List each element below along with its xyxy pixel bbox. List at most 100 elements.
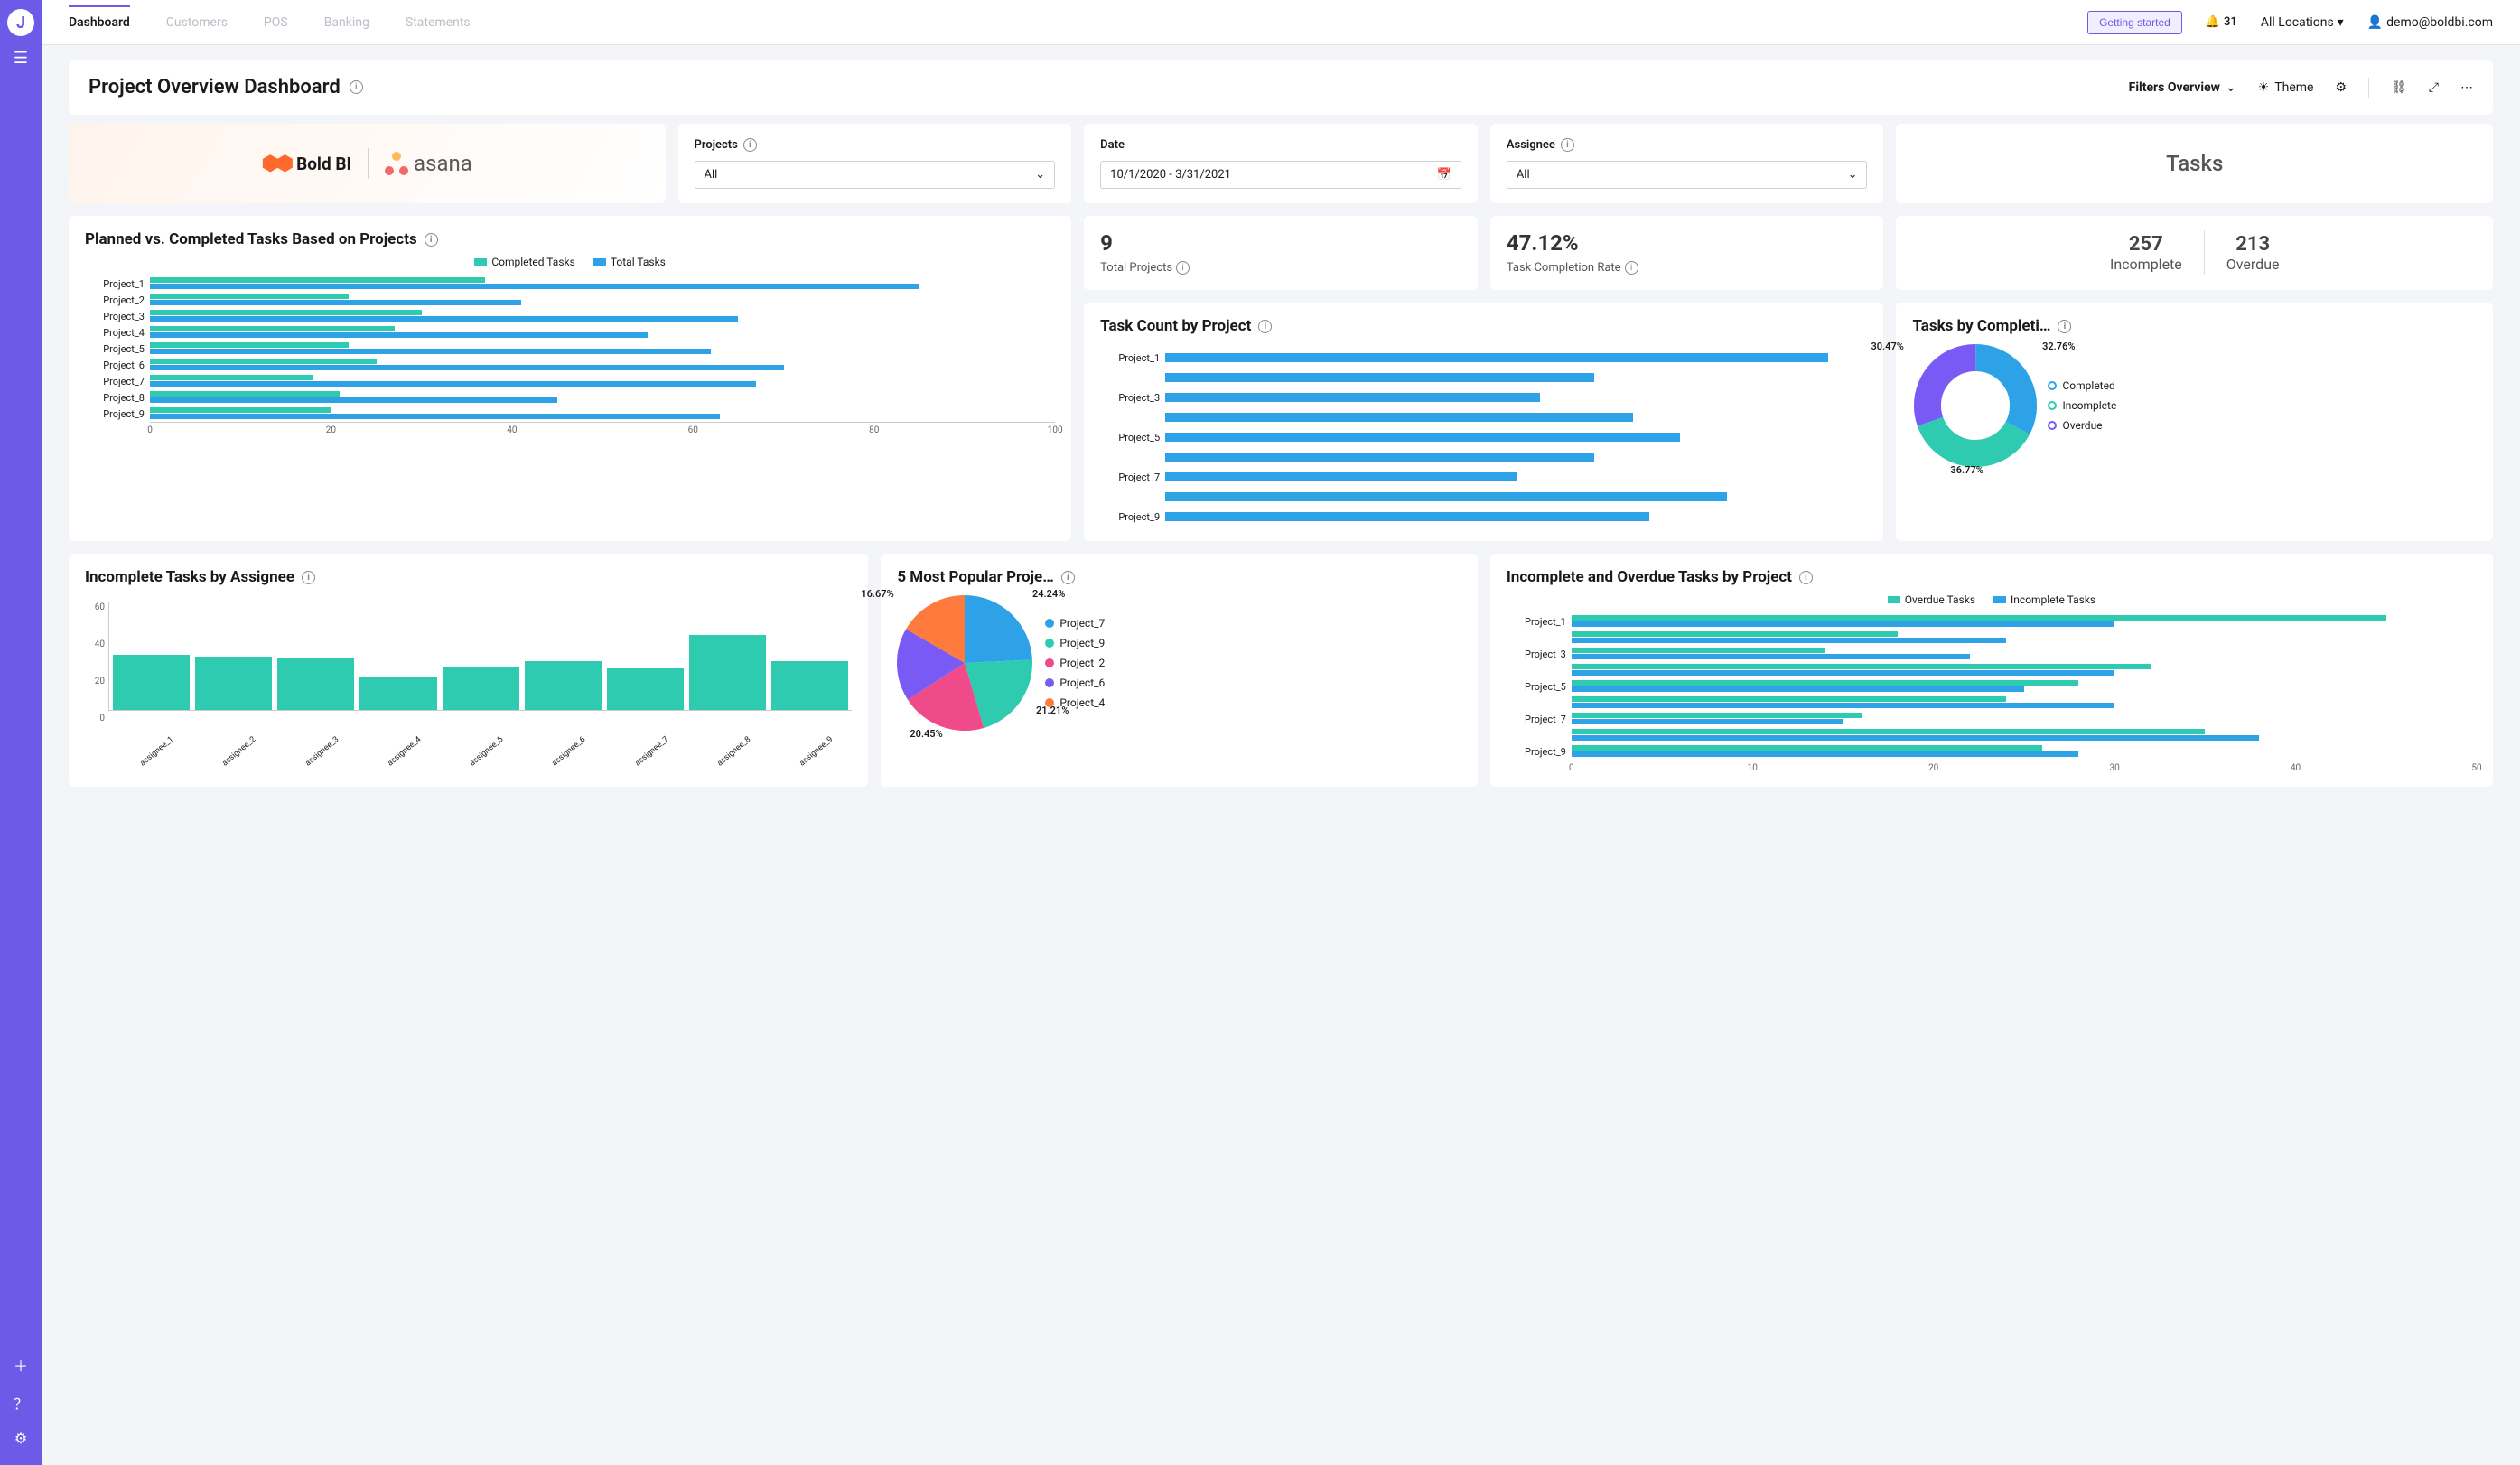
popular-projects-card: 5 Most Popular Proje…i 16.67% 24.24% 21.… <box>881 554 1478 787</box>
count-chart: Project_1 Project_3 Project_5 Project_7 … <box>1100 348 1867 527</box>
help-icon[interactable]: ？ <box>14 1392 28 1414</box>
tab-customers[interactable]: Customers <box>166 5 228 41</box>
legend-total: Total Tasks <box>593 256 666 268</box>
app-logo: J <box>7 9 34 36</box>
title: Tasks by Completi… <box>1912 317 2050 335</box>
legend-label: Incomplete Tasks <box>2011 593 2095 606</box>
tab-statements[interactable]: Statements <box>406 5 471 41</box>
calendar-icon: 📅 <box>1437 168 1451 182</box>
donut-chart <box>1912 342 2039 469</box>
projects-filter-select[interactable]: All ⌄ <box>695 161 1056 189</box>
legend-label: Overdue <box>2062 419 2102 432</box>
planned-vs-completed-card: Planned vs. Completed Tasks Based on Pro… <box>69 216 1071 541</box>
title: Task Count by Project <box>1100 317 1251 335</box>
sun-icon: ☀ <box>2258 80 2270 95</box>
chevron-down-icon: ⌄ <box>1848 168 1858 182</box>
filters-sliders-icon[interactable]: ⚙ <box>2335 80 2347 95</box>
getting-started-button[interactable]: Getting started <box>2087 11 2182 34</box>
filters-overview-label: Filters Overview <box>2129 80 2220 95</box>
assignee-filter-value: All <box>1517 168 1530 182</box>
kpi-value: 47.12% <box>1507 230 1868 256</box>
task-count-card: Task Count by Project i Project_1 Project… <box>1084 303 1883 541</box>
info-icon[interactable]: i <box>1176 261 1190 275</box>
info-icon[interactable]: i <box>2058 320 2071 333</box>
info-icon[interactable]: i <box>1799 571 1813 584</box>
kpi-label: Task Completion Rate <box>1507 261 1621 275</box>
fullscreen-icon[interactable]: ⤢ <box>2429 80 2439 95</box>
pie-legend: Project_7Project_9Project_2Project_6Proj… <box>1045 617 1105 709</box>
assignee-chart <box>108 602 852 711</box>
overdue-chart: Project_1 Project_3 Project_5 Project_7 … <box>1507 613 2477 772</box>
boldbi-logo: ⬢⬢Bold BI <box>262 153 351 175</box>
title: 5 Most Popular Proje… <box>897 568 1053 586</box>
planned-chart: Project_1 Project_2 Project_3 Project_4 … <box>85 275 1055 434</box>
info-icon[interactable]: i <box>425 233 438 247</box>
notif-count: 31 <box>2224 15 2237 29</box>
pie-chart <box>897 595 1032 731</box>
tab-dashboard[interactable]: Dashboard <box>69 5 130 41</box>
tab-banking[interactable]: Banking <box>324 5 369 41</box>
info-icon[interactable]: i <box>1561 138 1574 152</box>
separator <box>2204 230 2205 275</box>
menu-toggle-icon[interactable]: ☰ <box>14 49 28 68</box>
donut-legend: Completed Incomplete Overdue <box>2048 379 2116 432</box>
legend-label: Completed <box>2062 379 2114 392</box>
legend-label: Completed Tasks <box>491 256 575 268</box>
incomplete-by-assignee-card: Incomplete Tasks by Assigneei 6040200 as… <box>69 554 868 787</box>
settings-gear-icon[interactable]: ⚙ <box>14 1430 27 1447</box>
notifications-button[interactable]: 🔔 31 <box>2206 15 2237 29</box>
date-filter-input[interactable]: 10/1/2020 - 3/31/2021 📅 <box>1100 161 1461 189</box>
kpi-value-overdue: 213 <box>2226 233 2280 256</box>
legend-completed: Completed Tasks <box>474 256 575 268</box>
info-icon[interactable]: i <box>1258 320 1272 333</box>
left-sidebar: J ☰ ＋ ？ ⚙ <box>0 0 42 1465</box>
legend-label: Incomplete <box>2062 399 2116 412</box>
theme-button[interactable]: ☀ Theme <box>2258 80 2314 95</box>
tasks-title-card: Tasks <box>1896 124 2493 203</box>
assignee-filter-label: Assignee <box>1507 138 1555 152</box>
tasks-label: Tasks <box>2166 151 2223 176</box>
theme-label: Theme <box>2274 80 2313 95</box>
chevron-down-icon: ⌄ <box>1035 168 1045 182</box>
title-info-icon[interactable]: i <box>350 80 363 94</box>
add-icon[interactable]: ＋ <box>14 1354 28 1376</box>
kpi-label: Total Projects <box>1100 261 1172 275</box>
top-nav: Dashboard Customers POS Banking Statemen… <box>42 0 2520 45</box>
asana-text: asana <box>414 151 472 176</box>
title: Incomplete Tasks by Assignee <box>85 568 294 586</box>
assignee-filter-select[interactable]: All ⌄ <box>1507 161 1868 189</box>
kpi-label-overdue: Overdue <box>2226 256 2280 273</box>
date-filter-value: 10/1/2020 - 3/31/2021 <box>1110 168 1231 182</box>
legend-label: Total Tasks <box>611 256 666 268</box>
asana-logo: asana <box>385 151 472 176</box>
separator <box>2368 78 2369 98</box>
info-icon[interactable]: i <box>1625 261 1638 275</box>
tasks-by-completion-card: Tasks by Completi…i 32.76% 36.77% 30.47%… <box>1896 303 2493 541</box>
bell-icon: 🔔 <box>2206 15 2220 29</box>
info-icon[interactable]: i <box>743 138 757 152</box>
total-projects-kpi: 9 Total Projects i <box>1084 216 1478 290</box>
incomplete-overdue-card: Incomplete and Overdue Tasks by Projecti… <box>1490 554 2493 787</box>
projects-filter-value: All <box>705 168 718 182</box>
location-dropdown[interactable]: All Locations ▾ <box>2261 15 2344 30</box>
kpi-value-incomplete: 257 <box>2110 233 2182 256</box>
tab-pos[interactable]: POS <box>264 5 288 41</box>
kpi-label-incomplete: Incomplete <box>2110 256 2182 273</box>
more-icon[interactable]: ⋯ <box>2460 80 2473 95</box>
page-title: Project Overview Dashboard <box>89 76 341 98</box>
user-menu[interactable]: 👤 demo@boldbi.com <box>2367 15 2493 30</box>
integration-logos: ⬢⬢Bold BI asana <box>69 124 666 203</box>
filters-overview-button[interactable]: Filters Overview ⌄ <box>2129 80 2236 95</box>
date-filter-card: Date 10/1/2020 - 3/31/2021 📅 <box>1084 124 1478 203</box>
kpi-value: 9 <box>1100 230 1461 256</box>
boldbi-text: Bold BI <box>296 154 351 174</box>
user-circle-icon: 👤 <box>2367 15 2383 30</box>
date-filter-label: Date <box>1100 138 1125 152</box>
location-label: All Locations <box>2261 15 2334 30</box>
info-icon[interactable]: i <box>1061 571 1075 584</box>
link-icon[interactable]: ⛓ <box>2391 80 2407 95</box>
info-icon[interactable]: i <box>302 571 315 584</box>
planned-title: Planned vs. Completed Tasks Based on Pro… <box>85 230 417 248</box>
assignee-filter-card: Assignee i All ⌄ <box>1490 124 1884 203</box>
projects-filter-card: Projectsi All ⌄ <box>678 124 1072 203</box>
